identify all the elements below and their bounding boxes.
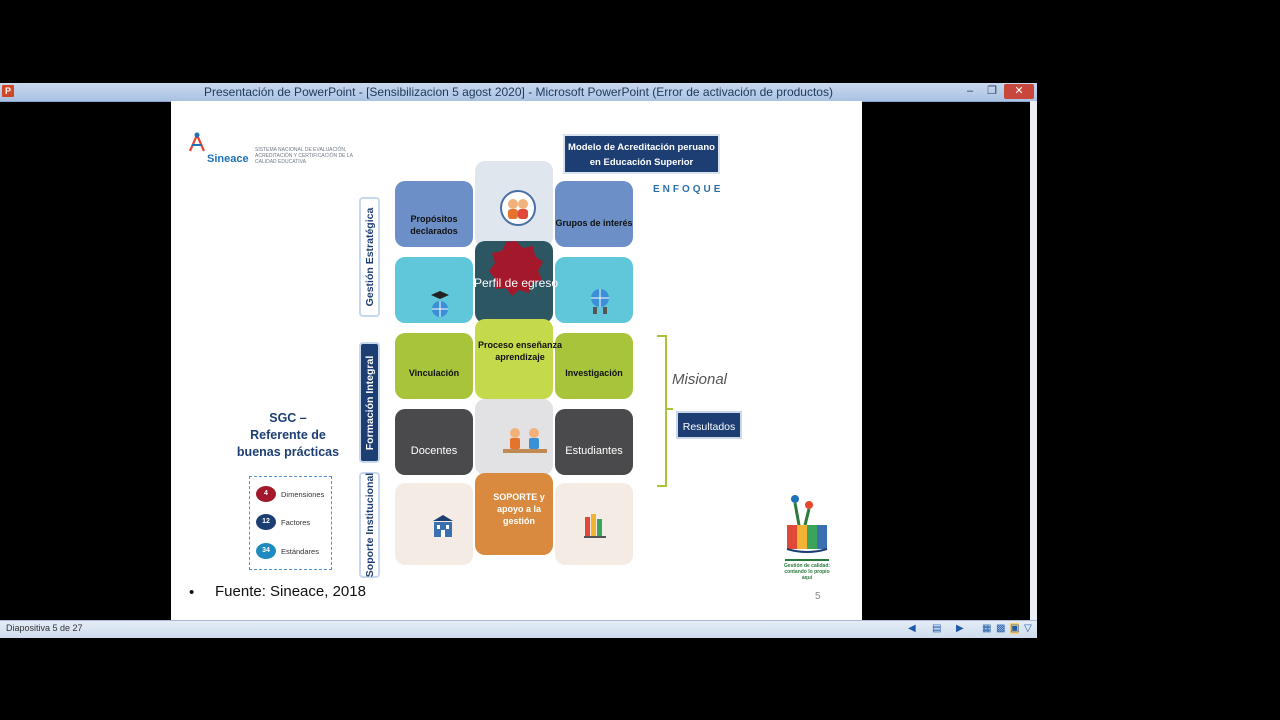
previous-slide-icon[interactable]: ◀ [908,623,916,634]
legend-label: Dimensiones [281,490,325,499]
misional-bracket [657,335,667,487]
gestion-estrategica-label: Gestión Estratégica [363,207,376,307]
label-vinculacion: Vinculación [408,368,460,378]
next-slide-icon[interactable]: ▶ [956,623,964,634]
minimize-button[interactable]: – [960,84,980,99]
misional-label: Misional [672,371,728,388]
sgc-line-1: SGC – [269,411,307,425]
slide-number: 5 [815,591,821,602]
legend-box: 4 Dimensiones 12 Factores 34 Estándares [249,476,332,570]
restore-button[interactable]: ❐ [982,84,1002,99]
bullet-mark: • [189,584,195,601]
books-icon [584,514,606,538]
sgc-line-2: Referente de [250,428,326,442]
window-title: Presentación de PowerPoint - [Sensibiliz… [204,85,833,99]
slide-canvas[interactable]: Sineace SISTEMA NACIONAL DE EVALUACIÓN, … [171,101,862,620]
sgc-heading: SGC – Referente de buenas prácticas [233,410,343,461]
source-text: Fuente: Sineace, 2018 [215,583,366,600]
slideshow-icon[interactable]: ▽ [1024,623,1032,634]
label-soporte: SOPORTE y apoyo a la gestión [493,492,545,526]
misional-bracket-tick [665,408,673,410]
building-icon [433,515,453,537]
sineace-logo [188,131,206,160]
people-icon [500,190,536,226]
puzzle-piece-docentes [395,409,473,475]
sgc-line-3: buenas prácticas [236,445,340,459]
accreditation-puzzle: Propósitos declarados Grupos de interés … [391,161,663,583]
label-estudiantes: Estudiantes [565,445,623,457]
label-docentes: Docentes [410,445,458,457]
gestion-estrategica-bar: Gestión Estratégica [359,197,380,317]
formacion-integral-bar: Formación Integral [359,342,380,463]
label-proceso: Proceso enseñanza aprendizaje [477,340,563,362]
status-bar: Diapositiva 5 de 27 ◀ ▤ ▶ ▦ ▩ ▣ ▽ [0,620,1037,638]
label-grupos: Grupos de interés [555,218,633,228]
close-button[interactable]: ✕ [1004,84,1034,99]
students-icon [503,428,547,453]
reading-view-icon[interactable]: ▣ [1010,623,1020,634]
formacion-integral-label: Formación Integral [363,355,376,450]
soporte-institucional-label: Soporte Institucional [363,472,376,578]
vertical-scrollbar[interactable] [1030,101,1037,620]
puzzle-piece-estudiantes [555,409,633,475]
sineace-logo-name: Sineace [207,153,249,165]
normal-view-icon[interactable]: ▦ [982,623,991,634]
legend-label: Estándares [281,547,319,556]
powerpoint-window: P Presentación de PowerPoint - [Sensibil… [0,83,1037,638]
label-perfil: Perfil de egreso [473,276,559,290]
slide-sorter-icon[interactable]: ▩ [996,623,1005,634]
legend-dot: 34 [256,543,276,559]
legend-dot: 12 [256,514,276,530]
soporte-institucional-bar: Soporte Institucional [359,472,380,578]
title-bar[interactable]: P Presentación de PowerPoint - [Sensibil… [0,83,1037,102]
world-people-icon [591,289,609,314]
notes-icon[interactable]: ▤ [932,623,941,634]
sineace-logo-icon [188,132,206,152]
legend-dot: 4 [256,486,276,502]
enfoque-label: ENFOQUE [653,184,724,195]
label-investigacion: Investigación [565,368,623,378]
resultados-box: Resultados [676,411,742,439]
graduation-globe-icon [431,291,449,317]
sineace-logo-subtitle: SISTEMA NACIONAL DE EVALUACIÓN, ACREDITA… [255,147,353,165]
label-propositos: Propósitos declarados [410,214,458,236]
puzzle-piece-vinculacion [395,333,473,399]
puzzle-piece-grupos [555,181,633,247]
legend-label: Factores [281,518,311,527]
gestion-calidad-text: Gestión de calidad: contando lo propio a… [783,563,831,581]
slide-indicator: Diapositiva 5 de 27 [6,623,83,633]
